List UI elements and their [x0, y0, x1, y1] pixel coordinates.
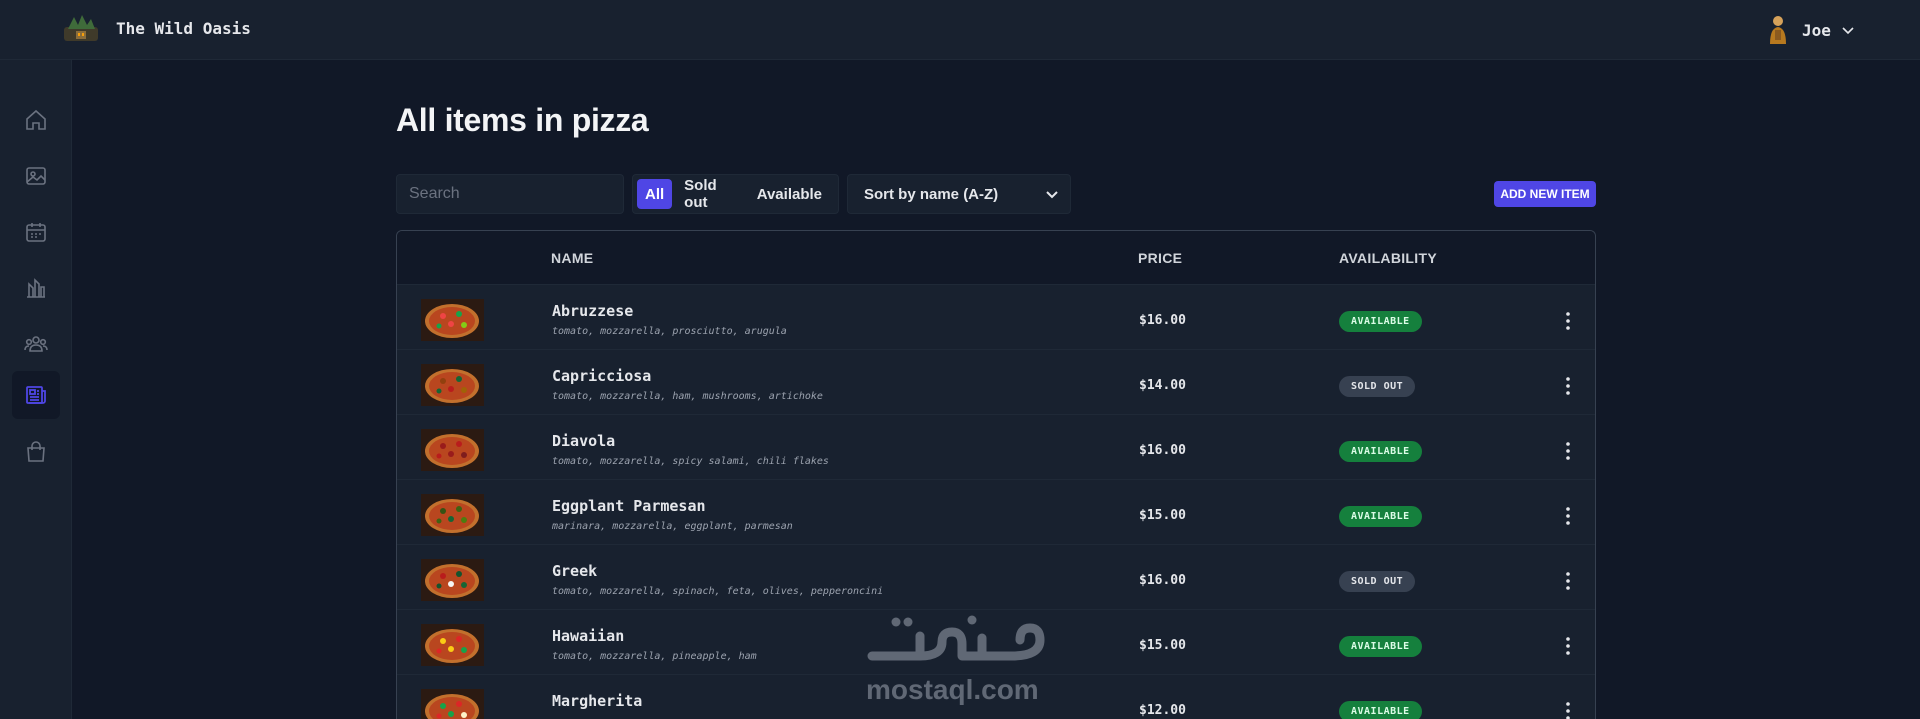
availability-filter: All Sold out Available — [632, 174, 839, 214]
sort-select-value: Sort by name (A-Z) — [864, 185, 999, 203]
pizza-thumbnail — [421, 364, 484, 406]
kebab-menu-icon — [1566, 377, 1570, 395]
status-badge: AVAILABLE — [1339, 701, 1422, 719]
row-actions-button[interactable] — [1556, 504, 1580, 528]
user-menu[interactable]: Joe — [1766, 14, 1855, 46]
app-header: The Wild Oasis Joe — [0, 0, 1920, 60]
item-price: $16.00 — [1139, 573, 1186, 588]
items-table: NAME PRICE AVAILABILITY Abruzzese tomato,… — [396, 230, 1596, 719]
filter-available-button[interactable]: Available — [749, 179, 830, 209]
pizza-thumbnail — [421, 494, 484, 536]
item-price: $15.00 — [1139, 508, 1186, 523]
item-ingredients: tomato, mozzarella, pineapple, ham — [552, 651, 757, 662]
calendar-icon — [26, 223, 46, 242]
pizza-thumbnail — [421, 689, 484, 719]
pizza-thumbnail — [421, 624, 484, 666]
shopping-bag-icon — [27, 441, 45, 462]
sidebar-item-images[interactable] — [12, 152, 60, 200]
item-name: Abruzzese — [552, 302, 634, 320]
item-name: Diavola — [552, 432, 616, 450]
kebab-menu-icon — [1566, 312, 1570, 330]
users-icon — [24, 336, 48, 352]
row-actions-button[interactable] — [1556, 569, 1580, 593]
newspaper-icon — [26, 386, 46, 404]
row-actions-button[interactable] — [1556, 634, 1580, 658]
item-name: Margherita — [552, 692, 643, 710]
item-price: $16.00 — [1139, 443, 1186, 458]
image-icon — [26, 167, 46, 185]
chevron-down-icon[interactable] — [1841, 23, 1855, 37]
kebab-menu-icon — [1566, 507, 1570, 525]
table-row: Capricciosa tomato, mozzarella, ham, mush… — [397, 350, 1595, 415]
sidebar-item-home[interactable] — [12, 96, 60, 144]
pizza-thumbnail — [421, 559, 484, 601]
sidebar-item-calendar[interactable] — [12, 208, 60, 256]
user-name: Joe — [1802, 20, 1831, 40]
kebab-menu-icon — [1566, 572, 1570, 590]
item-ingredients: tomato, mozzarella, prosciutto, arugula — [552, 326, 787, 337]
kebab-menu-icon — [1566, 442, 1570, 460]
logo-icon[interactable] — [62, 13, 100, 43]
status-badge: SOLD OUT — [1339, 571, 1416, 592]
table-row: Abruzzese tomato, mozzarella, prosciutto,… — [397, 285, 1595, 350]
sidebar-item-users[interactable] — [12, 320, 60, 368]
status-badge: SOLD OUT — [1339, 376, 1416, 397]
column-header-availability: AVAILABILITY — [1339, 250, 1437, 266]
row-actions-button[interactable] — [1556, 374, 1580, 398]
pizza-thumbnail — [421, 429, 484, 471]
item-ingredients: marinara, mozzarella, eggplant, parmesan — [552, 521, 793, 532]
sidebar-item-menu-items[interactable] — [12, 371, 60, 419]
sort-select[interactable]: Sort by name (A-Z) — [847, 174, 1071, 214]
filter-all-button[interactable]: All — [637, 179, 673, 209]
sidebar-item-orders[interactable] — [12, 428, 60, 476]
table-row: Greek tomato, mozzarella, spinach, feta, … — [397, 545, 1595, 610]
chevron-down-icon — [1046, 191, 1058, 199]
status-badge: AVAILABLE — [1339, 506, 1422, 527]
item-price: $14.00 — [1139, 378, 1186, 393]
item-price: $16.00 — [1139, 313, 1186, 328]
row-actions-button[interactable] — [1556, 309, 1580, 333]
item-name: Eggplant Parmesan — [552, 497, 706, 515]
table-row: Diavola tomato, mozzarella, spicy salami,… — [397, 415, 1595, 480]
kebab-menu-icon — [1566, 637, 1570, 655]
app-name: The Wild Oasis — [116, 19, 251, 38]
status-badge: AVAILABLE — [1339, 441, 1422, 462]
home-icon — [26, 109, 46, 130]
item-ingredients: tomato, mozzarella, spicy salami, chili … — [552, 456, 829, 467]
item-price: $12.00 — [1139, 703, 1186, 718]
table-row: Margherita $12.00 AVAILABLE — [397, 675, 1595, 719]
row-actions-button[interactable] — [1556, 699, 1580, 719]
item-name: Hawaiian — [552, 627, 625, 645]
avatar[interactable] — [1766, 14, 1790, 46]
add-new-item-button[interactable]: ADD NEW ITEM — [1494, 181, 1596, 207]
status-badge: AVAILABLE — [1339, 636, 1422, 657]
item-ingredients: tomato, mozzarella, spinach, feta, olive… — [552, 586, 884, 597]
column-header-name: NAME — [551, 250, 594, 266]
table-header: NAME PRICE AVAILABILITY — [397, 231, 1595, 285]
item-name: Greek — [552, 562, 598, 580]
column-header-price: PRICE — [1138, 250, 1183, 266]
search-input[interactable] — [396, 174, 624, 214]
pizza-thumbnail — [421, 299, 484, 341]
chart-icon — [27, 278, 45, 298]
row-actions-button[interactable] — [1556, 439, 1580, 463]
table-row: Eggplant Parmesan marinara, mozzarella, e… — [397, 480, 1595, 545]
item-name: Capricciosa — [552, 367, 652, 385]
kebab-menu-icon — [1566, 702, 1570, 719]
status-badge: AVAILABLE — [1339, 311, 1422, 332]
page-title: All items in pizza — [396, 102, 649, 138]
sidebar — [0, 60, 72, 719]
item-ingredients: tomato, mozzarella, ham, mushrooms, arti… — [552, 391, 823, 402]
sidebar-item-analytics[interactable] — [12, 264, 60, 312]
filter-sold-out-button[interactable]: Sold out — [676, 177, 745, 211]
item-price: $15.00 — [1139, 638, 1186, 653]
table-row: Hawaiian tomato, mozzarella, pineapple, h… — [397, 610, 1595, 675]
